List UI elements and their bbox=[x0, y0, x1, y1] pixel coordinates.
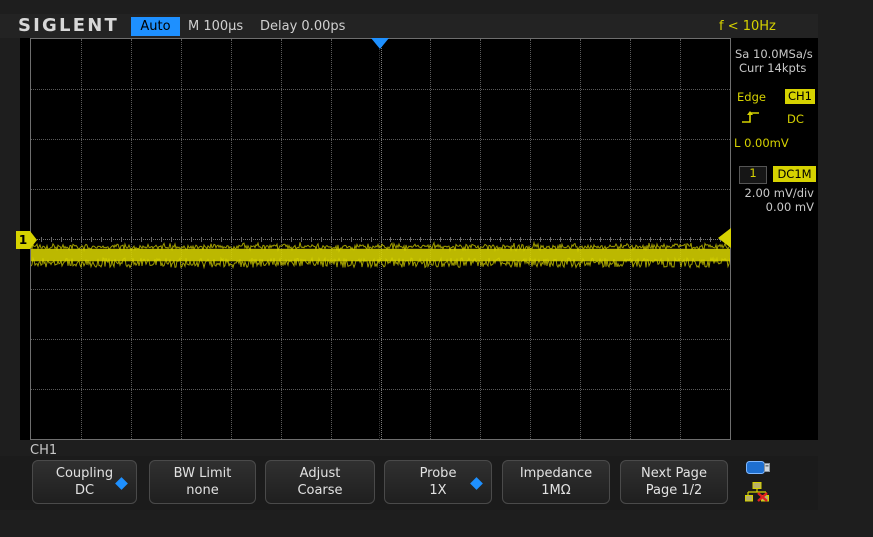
channel-offset-readout: 0.00 mV bbox=[765, 200, 814, 214]
softkey-adjust[interactable]: Adjust Coarse bbox=[265, 460, 375, 504]
volts-per-div-readout: 2.00 mV/div bbox=[744, 186, 814, 200]
right-panel-filler bbox=[731, 222, 818, 440]
network-disconnected-icon[interactable] bbox=[745, 482, 769, 502]
softkey-value: none bbox=[186, 483, 219, 498]
oscilloscope-screen: SIGLENT Auto M 100µs Delay 0.00ps f < 10… bbox=[0, 0, 873, 537]
rising-edge-icon bbox=[742, 111, 759, 123]
softkey-probe[interactable]: Probe 1X bbox=[384, 460, 492, 504]
softkey-next-page[interactable]: Next Page Page 1/2 bbox=[620, 460, 728, 504]
channel-coupling-badge[interactable]: DC1M bbox=[773, 166, 816, 182]
delay-readout[interactable]: Delay 0.00ps bbox=[260, 18, 345, 36]
channel1-panel[interactable]: 1 DC1M 2.00 mV/div 0.00 mV bbox=[731, 162, 818, 220]
sample-rate-readout: Sa 10.0MSa/s bbox=[735, 47, 813, 61]
run-state-badge[interactable]: Auto bbox=[131, 17, 180, 36]
top-status-bar bbox=[0, 14, 818, 38]
acquisition-panel[interactable]: Sa 10.0MSa/s Curr 14kpts bbox=[731, 44, 818, 78]
softkey-coupling[interactable]: Coupling DC bbox=[32, 460, 137, 504]
softkey-title: Adjust bbox=[299, 466, 341, 481]
softkey-title: Next Page bbox=[641, 466, 707, 481]
memory-depth-readout: Curr 14kpts bbox=[739, 61, 807, 75]
timebase-readout[interactable]: M 100µs bbox=[188, 18, 243, 36]
channel1-waveform-trace bbox=[31, 240, 730, 270]
softkey-value: 1MΩ bbox=[541, 483, 571, 498]
frequency-counter-readout: f < 10Hz bbox=[719, 19, 776, 34]
channel-number-chip[interactable]: 1 bbox=[739, 166, 767, 184]
softkey-title: Impedance bbox=[519, 466, 593, 481]
trigger-type-label: Edge bbox=[737, 90, 766, 104]
softkey-value: Page 1/2 bbox=[645, 483, 703, 498]
softkey-title: BW Limit bbox=[173, 466, 232, 481]
trigger-level-readout: L 0.00mV bbox=[734, 136, 789, 150]
channel1-ground-marker[interactable]: 1 bbox=[16, 231, 37, 249]
softkey-value: Coarse bbox=[297, 483, 343, 498]
softkey-bw-limit[interactable]: BW Limit none bbox=[149, 460, 256, 504]
brand-logo: SIGLENT bbox=[18, 15, 119, 36]
trigger-coupling-label: DC bbox=[787, 112, 804, 126]
trigger-source-badge[interactable]: CH1 bbox=[785, 89, 815, 104]
softkey-impedance[interactable]: Impedance 1MΩ bbox=[502, 460, 610, 504]
usb-drive-icon[interactable] bbox=[746, 461, 770, 474]
